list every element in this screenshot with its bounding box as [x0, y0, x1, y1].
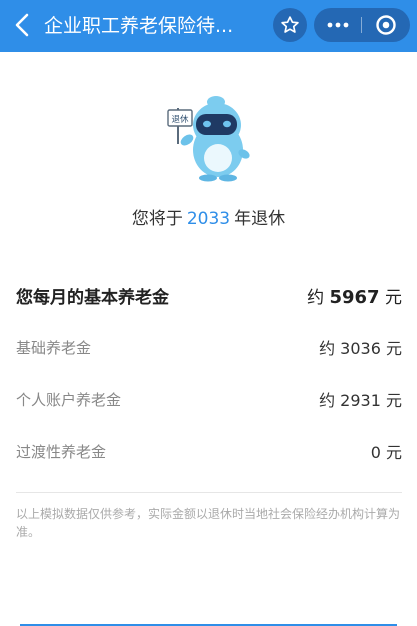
pension-total-label: 您每月的基本养老金 [16, 287, 169, 308]
pension-total-unit: 元 [385, 287, 402, 308]
pension-item-value: 约 3036 元 [319, 339, 402, 358]
sign-text: 退休 [171, 114, 189, 125]
pension-total-prefix: 约 [307, 287, 325, 308]
chevron-left-icon [15, 13, 29, 37]
pension-item-value: 0 元 [370, 443, 402, 462]
favorite-button[interactable] [273, 8, 307, 42]
top-nav-bar: 企业职工养老保险待... [0, 0, 417, 52]
pension-item-basic: 基础养老金 约 3036 元 [16, 334, 402, 360]
pension-item-value: 约 2931 元 [319, 391, 402, 410]
retire-year: 2033 [186, 209, 231, 229]
pension-item-transitional: 过渡性养老金 0 元 [16, 438, 402, 464]
pension-total-row: 您每月的基本养老金 约 5967 元 [16, 282, 402, 308]
back-button[interactable] [8, 10, 36, 40]
pension-total-number: 5967 [329, 286, 380, 308]
retire-prefix: 您将于 [131, 209, 183, 229]
page-title: 企业职工养老保险待... [44, 15, 234, 37]
pension-total-value: 约 5967 元 [307, 283, 402, 308]
retirement-year-text: 您将于 2033 年退休 [0, 207, 417, 231]
mini-program-capsule [314, 8, 410, 42]
close-button[interactable] [362, 8, 410, 42]
mascot-illustration: 退休 [167, 96, 250, 182]
more-button[interactable] [314, 8, 361, 42]
target-close-icon [376, 15, 396, 35]
disclaimer-text: 以上模拟数据仅供参考，实际金额以退休时当地社会保险经办机构计算为准。 [16, 507, 401, 539]
retire-suffix: 年退休 [234, 209, 286, 229]
pension-item-label: 过渡性养老金 [16, 442, 107, 461]
more-dots-icon [327, 22, 348, 28]
pension-item-personal-account: 个人账户养老金 约 2931 元 [16, 386, 402, 412]
section-divider [16, 492, 402, 493]
pension-item-label: 基础养老金 [16, 338, 92, 357]
star-icon [281, 16, 299, 33]
pension-item-label: 个人账户养老金 [16, 390, 122, 409]
